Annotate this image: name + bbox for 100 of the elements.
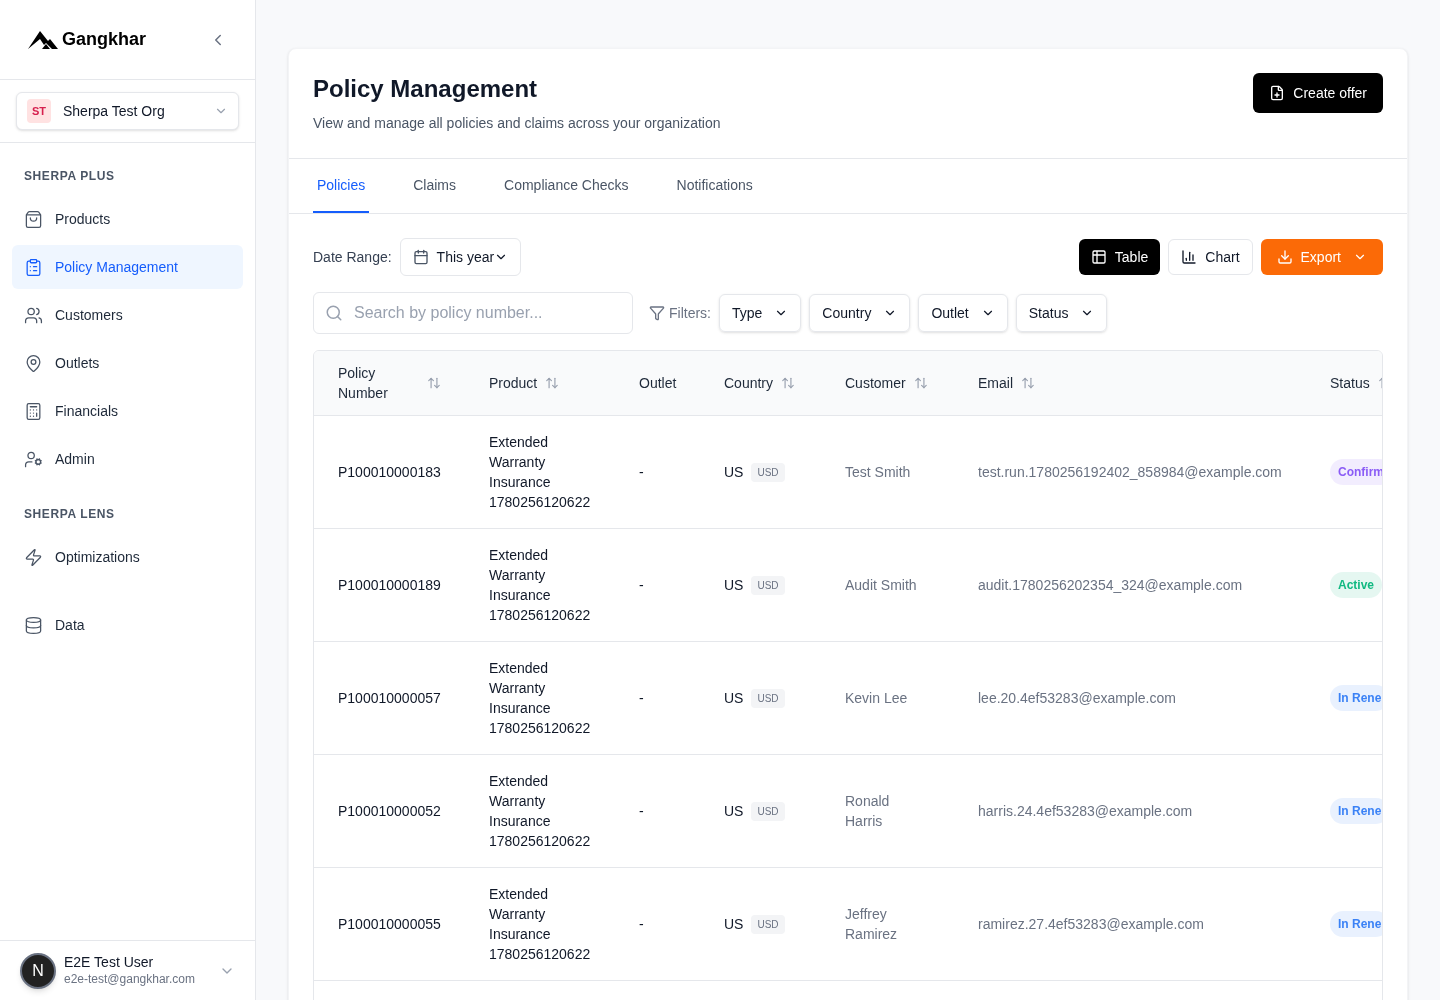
customer-name: Test Smith <box>845 463 912 482</box>
lightning-icon <box>24 547 43 567</box>
outlet-value: - <box>639 576 644 593</box>
user-name: E2E Test User <box>64 954 155 972</box>
column-header[interactable]: Status <box>1330 372 1370 394</box>
nav-item[interactable]: Optimizations <box>12 535 243 579</box>
policy-number: P100010000183 <box>338 463 441 480</box>
users-icon <box>24 305 43 325</box>
table-icon <box>1090 249 1107 265</box>
tab[interactable]: Policies <box>313 159 370 213</box>
calculator-icon <box>24 401 43 421</box>
email-address: harris.24.4ef53283@example.com <box>978 802 1193 819</box>
search-field[interactable]: Search by policy number... <box>313 292 633 334</box>
view-toggle[interactable]: Table <box>1078 239 1161 275</box>
outlet-value: - <box>639 915 644 932</box>
policy-number: P100010000189 <box>338 576 441 593</box>
nav-item[interactable]: Customers <box>12 293 243 337</box>
user-avatar: N <box>20 952 56 989</box>
outlet-value: - <box>639 463 644 480</box>
org-initials: ST <box>27 99 51 123</box>
filter-icon <box>649 305 665 321</box>
customer-name: Jeffrey Ramirez <box>845 905 899 944</box>
email-address: audit.1780256202354_324@example.com <box>978 576 1243 593</box>
nav-item[interactable]: Financials <box>12 389 243 433</box>
brand-name: Gangkhar <box>62 28 147 51</box>
tab[interactable]: Notifications <box>672 159 757 213</box>
create-offer-button[interactable]: Create offer <box>1253 73 1383 113</box>
file-plus-icon <box>1269 85 1286 101</box>
sort-icon[interactable] <box>781 376 796 390</box>
country-code: US <box>724 801 744 821</box>
currency-tag: USD <box>751 914 785 934</box>
clipboard-icon <box>24 257 43 277</box>
download-icon <box>1276 249 1293 265</box>
currency-tag: USD <box>751 462 785 482</box>
date-range-label: Date Range: <box>313 247 392 267</box>
filter-dropdown[interactable]: Country <box>809 294 911 332</box>
column-header[interactable]: Product <box>489 372 538 394</box>
section-heading: SHERPA LENS <box>23 506 116 523</box>
date-range-dropdown[interactable]: This year <box>399 238 522 276</box>
nav-item[interactable]: Data <box>12 603 243 647</box>
column-header[interactable]: Country <box>724 372 774 394</box>
policy-number: P100010000057 <box>338 689 441 706</box>
country-code: US <box>724 914 744 934</box>
product-name: Extended Warranty Insurance 1780256120622 <box>489 659 592 738</box>
page-subtitle: View and manage all policies and claims across your organization <box>313 114 721 133</box>
tab[interactable]: Claims <box>409 159 461 213</box>
outlet-value: - <box>639 802 644 819</box>
user-email: e2e-test@gangkhar.com <box>64 971 196 987</box>
filter-dropdown[interactable]: Status <box>1015 294 1108 332</box>
status-badge: Active <box>1330 572 1382 598</box>
user-gear-icon <box>24 449 43 469</box>
email-address: lee.20.4ef53283@example.com <box>978 689 1176 706</box>
filter-dropdown[interactable]: Outlet <box>918 294 1008 332</box>
map-pin-icon <box>24 353 43 373</box>
column-header[interactable]: Outlet <box>639 372 677 394</box>
column-header[interactable]: Email <box>978 372 1013 394</box>
product-name: Extended Warranty Insurance 1780256120622 <box>489 772 592 851</box>
tab[interactable]: Compliance Checks <box>500 159 633 213</box>
sort-icon[interactable] <box>545 376 560 390</box>
country-code: US <box>724 688 744 708</box>
org-selector[interactable]: ST Sherpa Test Org <box>16 92 239 130</box>
column-header[interactable]: Policy Number <box>338 363 398 403</box>
email-address: test.run.1780256192402_858984@example.com <box>978 463 1282 480</box>
nav-item[interactable]: Admin <box>12 437 243 481</box>
page-title: Policy Management <box>313 74 539 104</box>
product-name: Extended Warranty Insurance 1780256120622 <box>489 433 592 512</box>
nav-item[interactable]: Outlets <box>12 341 243 385</box>
status-badge: In Rene <box>1330 798 1382 824</box>
sort-icon[interactable] <box>1021 376 1035 390</box>
product-name: Extended Warranty Insurance 1780256120622 <box>489 546 592 625</box>
filters-label: Filters: <box>669 303 711 323</box>
column-header[interactable]: Customer <box>845 372 906 394</box>
database-icon <box>24 615 43 635</box>
bag-icon <box>24 209 43 229</box>
sort-icon[interactable] <box>913 376 928 390</box>
email-address: ramirez.27.4ef53283@example.com <box>978 915 1204 932</box>
nav-item[interactable]: Products <box>12 197 243 241</box>
policy-number: P100010000055 <box>338 915 441 932</box>
section-heading: SHERPA PLUS <box>23 168 116 185</box>
sort-icon[interactable] <box>427 376 441 390</box>
logo-icon <box>28 30 58 49</box>
country-code: US <box>724 575 744 595</box>
currency-tag: USD <box>751 801 785 821</box>
filter-dropdown[interactable]: Type <box>719 294 802 332</box>
product-name: Extended Warranty Insurance 1780256120622 <box>489 885 592 964</box>
calendar-icon <box>412 249 429 265</box>
status-badge: In Rene <box>1330 685 1382 711</box>
customer-name: Audit Smith <box>845 576 918 595</box>
outlet-value: - <box>639 689 644 706</box>
nav-item[interactable]: Policy Management <box>12 245 243 289</box>
currency-tag: USD <box>751 575 785 595</box>
status-badge: In Rene <box>1330 911 1382 937</box>
customer-name: Ronald Harris <box>845 792 891 831</box>
search-icon <box>325 304 343 322</box>
bar-chart-icon <box>1181 249 1198 265</box>
policy-number: P100010000052 <box>338 802 441 819</box>
view-toggle[interactable]: Chart <box>1168 239 1253 275</box>
country-code: US <box>724 462 744 482</box>
customer-name: Kevin Lee <box>845 689 909 708</box>
currency-tag: USD <box>751 688 785 708</box>
